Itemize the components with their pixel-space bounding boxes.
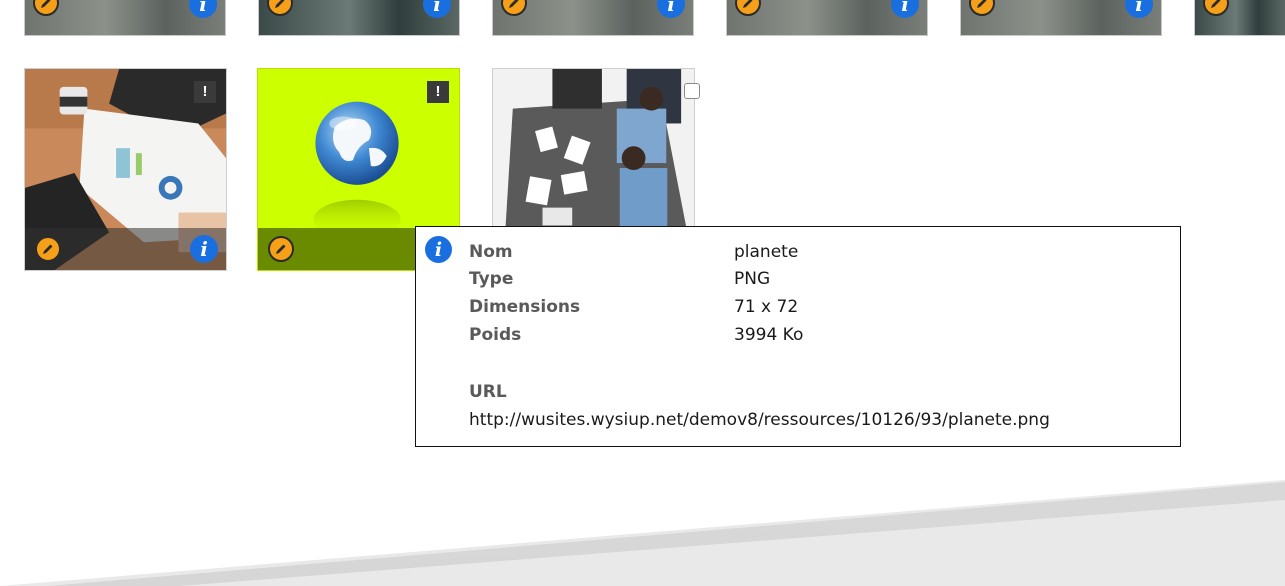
info-icon[interactable]: i (189, 0, 217, 18)
info-icon[interactable]: i (423, 0, 451, 18)
field-value-type: PNG (734, 269, 771, 289)
thumbnail-action-bar: i (25, 228, 226, 270)
thumbnail-top-2[interactable]: i (258, 0, 460, 36)
media-library-panel: i i i i i ! i ! i Nom planete Type PNG D… (0, 0, 1285, 586)
info-icon: i (425, 236, 452, 263)
field-value-nom: planete (734, 242, 799, 262)
edit-icon[interactable] (1203, 0, 1229, 16)
thumbnail-office-desk[interactable]: ! i (24, 68, 227, 271)
select-checkbox[interactable] (684, 83, 700, 99)
info-icon[interactable]: i (657, 0, 685, 18)
field-value-dimensions: 71 x 72 (734, 297, 799, 317)
file-info-tooltip: i Nom planete Type PNG Dimensions 71 x 7… (415, 226, 1181, 447)
edit-icon[interactable] (35, 236, 61, 262)
thumbnail-top-5[interactable]: i (960, 0, 1162, 36)
warning-icon[interactable]: ! (194, 81, 216, 103)
thumbnail-top-3[interactable]: i (492, 0, 694, 36)
thumbnail-top-6[interactable] (1194, 0, 1285, 36)
thumbnail-top-1[interactable]: i (24, 0, 226, 36)
edit-icon[interactable] (735, 0, 761, 16)
field-label-type: Type (469, 269, 514, 289)
edit-icon[interactable] (33, 0, 59, 16)
file-url[interactable]: http://wusites.wysiup.net/demov8/ressour… (469, 410, 1050, 430)
edit-icon[interactable] (267, 0, 293, 16)
info-icon[interactable]: i (891, 0, 919, 18)
field-label-dimensions: Dimensions (469, 297, 581, 317)
thumbnail-top-4[interactable]: i (726, 0, 928, 36)
edit-icon[interactable] (969, 0, 995, 16)
edit-icon[interactable] (268, 236, 294, 262)
field-label-url: URL (469, 382, 507, 402)
info-icon[interactable]: i (1125, 0, 1153, 18)
edit-icon[interactable] (501, 0, 527, 16)
info-icon[interactable]: i (190, 235, 218, 263)
field-label-poids: Poids (469, 325, 522, 345)
field-value-poids: 3994 Ko (734, 325, 804, 345)
warning-icon[interactable]: ! (427, 81, 449, 103)
field-label-nom: Nom (469, 242, 513, 262)
